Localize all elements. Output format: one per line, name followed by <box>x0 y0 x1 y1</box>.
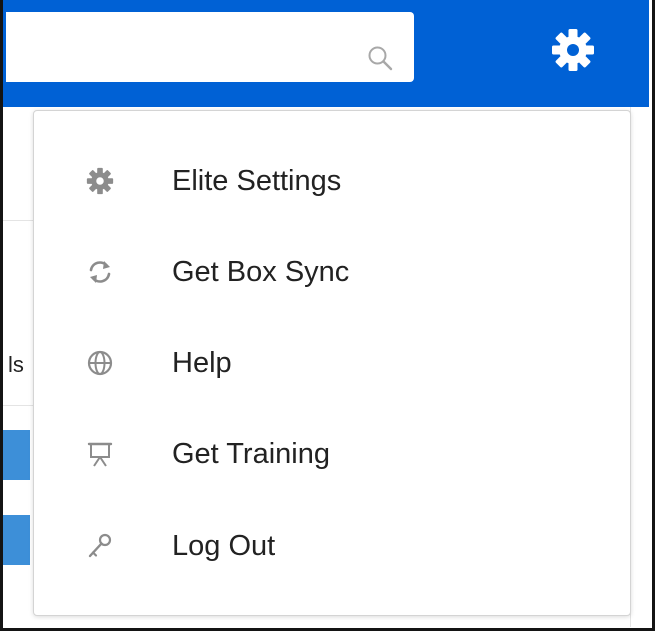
top-header-bar <box>3 0 649 107</box>
menu-item-get-training[interactable]: Get Training <box>34 424 630 484</box>
menu-item-label: Elite Settings <box>172 165 342 197</box>
gear-icon <box>552 29 594 71</box>
settings-button[interactable] <box>543 22 603 78</box>
key-icon <box>80 528 120 564</box>
settings-dropdown-menu: Elite Settings Get Box Sync Help Get Tra… <box>33 110 631 616</box>
background-column-header: ls <box>8 352 24 377</box>
training-presentation-icon <box>80 436 120 472</box>
menu-item-help[interactable]: Help <box>34 333 630 393</box>
menu-item-elite-settings[interactable]: Elite Settings <box>34 151 630 211</box>
search-input[interactable] <box>6 12 414 82</box>
menu-item-label: Help <box>172 347 232 379</box>
menu-item-label: Log Out <box>172 530 276 562</box>
help-lifebuoy-icon <box>80 345 120 381</box>
menu-item-get-box-sync[interactable]: Get Box Sync <box>34 242 630 302</box>
search-icon[interactable] <box>366 44 394 72</box>
background-selected-row <box>3 430 30 480</box>
gear-icon <box>80 163 120 199</box>
menu-item-label: Get Training <box>172 438 330 470</box>
sync-icon <box>80 254 120 290</box>
background-right-panel <box>630 107 650 627</box>
menu-item-label: Get Box Sync <box>172 256 350 288</box>
menu-item-log-out[interactable]: Log Out <box>34 516 630 576</box>
background-selected-row <box>3 515 30 565</box>
background-divider <box>3 405 33 406</box>
